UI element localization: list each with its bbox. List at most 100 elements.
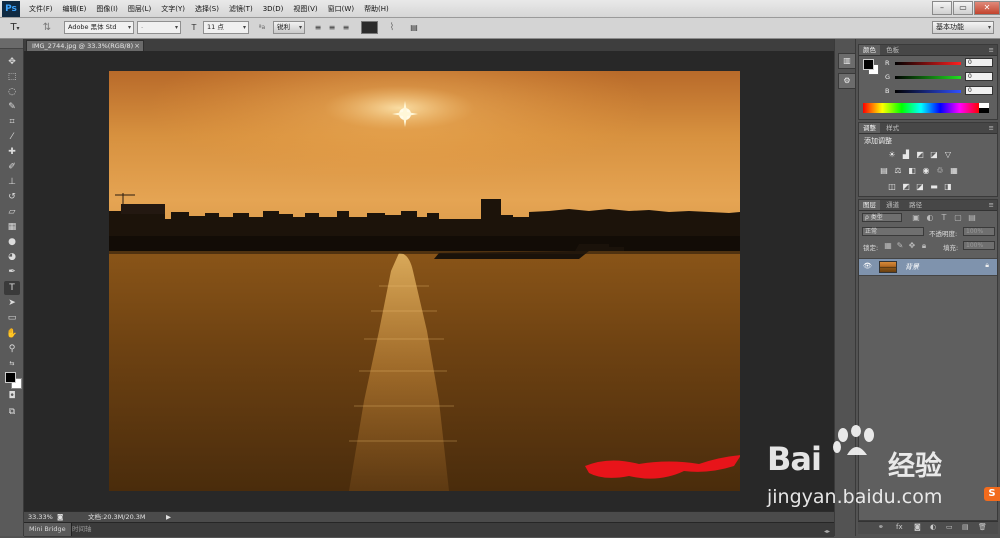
- lock-position-icon[interactable]: ✥: [907, 241, 917, 250]
- link-layers-icon[interactable]: ⚭: [878, 522, 884, 533]
- tab-timeline[interactable]: 时间轴: [72, 523, 92, 536]
- layer-filter-select[interactable]: ρ 类型: [862, 213, 902, 222]
- menu-filter[interactable]: 滤镜(T): [224, 0, 258, 18]
- pen-tool-icon[interactable]: ✒: [4, 265, 20, 279]
- menu-3d[interactable]: 3D(D): [258, 0, 289, 18]
- properties-panel-icon[interactable]: ⚙: [838, 73, 856, 89]
- collapse-icon[interactable]: ◂▸: [824, 525, 834, 535]
- green-track[interactable]: [895, 76, 961, 79]
- antialias-select[interactable]: 锐利 ▾: [273, 21, 305, 34]
- swap-colors-icon[interactable]: ⇆: [4, 357, 20, 371]
- invert-icon[interactable]: ◫: [887, 182, 897, 191]
- move-tool-icon[interactable]: ✥: [4, 55, 20, 69]
- spectrum-black[interactable]: [979, 108, 989, 113]
- hand-tool-icon[interactable]: ✋: [4, 327, 20, 341]
- gradient-tool-icon[interactable]: ▦: [4, 220, 20, 234]
- text-orientation-icon[interactable]: ⇅: [40, 21, 54, 34]
- panel-menu-icon[interactable]: ≡: [989, 123, 994, 133]
- clone-stamp-icon[interactable]: ⊥: [4, 175, 20, 189]
- layer-mask-icon[interactable]: ◙: [914, 522, 921, 533]
- green-slider[interactable]: G 0: [879, 72, 999, 81]
- workspace-select[interactable]: 基本功能 ▾: [932, 21, 994, 34]
- selective-color-icon[interactable]: ◨: [943, 182, 953, 191]
- crop-tool-icon[interactable]: ⌗: [4, 115, 20, 129]
- menu-edit[interactable]: 编辑(E): [58, 0, 92, 18]
- hue-saturation-icon[interactable]: ▤: [879, 166, 889, 175]
- color-fg-swatch[interactable]: [863, 59, 874, 70]
- text-color-swatch[interactable]: [361, 21, 378, 34]
- blue-slider[interactable]: B 0: [879, 86, 999, 95]
- type-tool-icon[interactable]: T: [4, 281, 20, 295]
- align-right-icon[interactable]: ≡: [340, 21, 352, 34]
- fill-field[interactable]: 100%: [963, 241, 995, 250]
- filter-shape-icon[interactable]: ▢: [953, 213, 963, 222]
- align-left-icon[interactable]: ≡: [312, 21, 324, 34]
- blur-tool-icon[interactable]: ●: [4, 235, 20, 249]
- layer-style-icon[interactable]: fx: [896, 522, 903, 533]
- filter-type-icon[interactable]: T: [939, 213, 949, 222]
- font-size-select[interactable]: 11 点 ▾: [203, 21, 249, 34]
- layer-row-background[interactable]: 👁︎ 背景 🔒︎: [859, 258, 997, 276]
- color-spectrum[interactable]: [863, 103, 979, 113]
- menu-file[interactable]: 文件(F): [24, 0, 58, 18]
- close-button[interactable]: ✕: [974, 1, 1000, 15]
- tab-paths[interactable]: 路径: [905, 200, 926, 210]
- tab-layers[interactable]: 图层: [859, 200, 880, 210]
- tab-adjustments[interactable]: 调整: [859, 123, 880, 133]
- blue-track[interactable]: [895, 90, 961, 93]
- blend-mode-select[interactable]: 正常: [862, 227, 924, 236]
- gradient-map-icon[interactable]: ▬: [929, 182, 939, 191]
- delete-layer-icon[interactable]: 🗑︎: [978, 522, 987, 533]
- curves-icon[interactable]: ◩: [915, 150, 925, 159]
- layer-name[interactable]: 背景: [905, 262, 919, 272]
- red-value[interactable]: 0: [965, 58, 993, 67]
- align-center-icon[interactable]: ≡: [326, 21, 338, 34]
- tab-mini-bridge[interactable]: Mini Bridge: [24, 523, 72, 536]
- photo-filter-icon[interactable]: ◉: [921, 166, 931, 175]
- tab-channels[interactable]: 通道: [882, 200, 903, 210]
- character-panel-icon[interactable]: ▤: [408, 21, 420, 34]
- quick-select-tool-icon[interactable]: ✎: [4, 100, 20, 114]
- green-value[interactable]: 0: [965, 72, 993, 81]
- adjustment-layer-icon[interactable]: ◐: [930, 522, 936, 533]
- foreground-color-swatch[interactable]: [5, 372, 16, 383]
- healing-brush-icon[interactable]: ✚: [4, 145, 20, 159]
- quick-mask-icon[interactable]: ◘: [4, 389, 20, 403]
- tab-swatches[interactable]: 色板: [882, 45, 903, 55]
- lock-all-icon[interactable]: 🔒︎: [919, 241, 929, 250]
- posterize-icon[interactable]: ◩: [901, 182, 911, 191]
- opacity-field[interactable]: 100%: [963, 227, 995, 236]
- history-panel-icon[interactable]: ▥: [838, 53, 856, 69]
- warp-text-icon[interactable]: ⌇: [386, 21, 398, 34]
- menu-help[interactable]: 帮助(H): [359, 0, 394, 18]
- exposure-icon[interactable]: ◪: [929, 150, 939, 159]
- lock-transparent-icon[interactable]: ▦: [883, 241, 893, 250]
- minimize-button[interactable]: –: [932, 1, 952, 15]
- lock-pixels-icon[interactable]: ✎: [895, 241, 905, 250]
- panel-menu-icon[interactable]: ≡: [989, 200, 994, 210]
- lasso-tool-icon[interactable]: ◌: [4, 85, 20, 99]
- zoom-tool-icon[interactable]: ⚲: [4, 342, 20, 356]
- menu-view[interactable]: 视图(V): [288, 0, 322, 18]
- shape-tool-icon[interactable]: ▭: [4, 311, 20, 325]
- panel-menu-icon[interactable]: ≡: [989, 45, 994, 55]
- menu-type[interactable]: 文字(Y): [156, 0, 190, 18]
- path-select-tool-icon[interactable]: ➤: [4, 296, 20, 310]
- red-track[interactable]: [895, 62, 961, 65]
- eyedropper-tool-icon[interactable]: ⁄: [4, 130, 20, 144]
- marquee-tool-icon[interactable]: ⬚: [4, 70, 20, 84]
- menu-image[interactable]: 图像(I): [91, 0, 123, 18]
- color-lookup-icon[interactable]: ▦: [949, 166, 959, 175]
- menu-layer[interactable]: 图层(L): [123, 0, 156, 18]
- eraser-tool-icon[interactable]: ▱: [4, 205, 20, 219]
- screen-mode-icon[interactable]: ⧉: [4, 405, 20, 419]
- color-balance-icon[interactable]: ⚖: [893, 166, 903, 175]
- menu-select[interactable]: 选择(S): [190, 0, 224, 18]
- vibrance-icon[interactable]: ▽: [943, 150, 953, 159]
- new-group-icon[interactable]: ▭: [946, 522, 953, 533]
- red-slider[interactable]: R 0: [879, 58, 999, 67]
- menu-window[interactable]: 窗口(W): [323, 0, 359, 18]
- font-style-select[interactable]: - ▾: [137, 21, 181, 34]
- document-image[interactable]: [109, 71, 740, 491]
- filter-pixel-icon[interactable]: ▣: [911, 213, 921, 222]
